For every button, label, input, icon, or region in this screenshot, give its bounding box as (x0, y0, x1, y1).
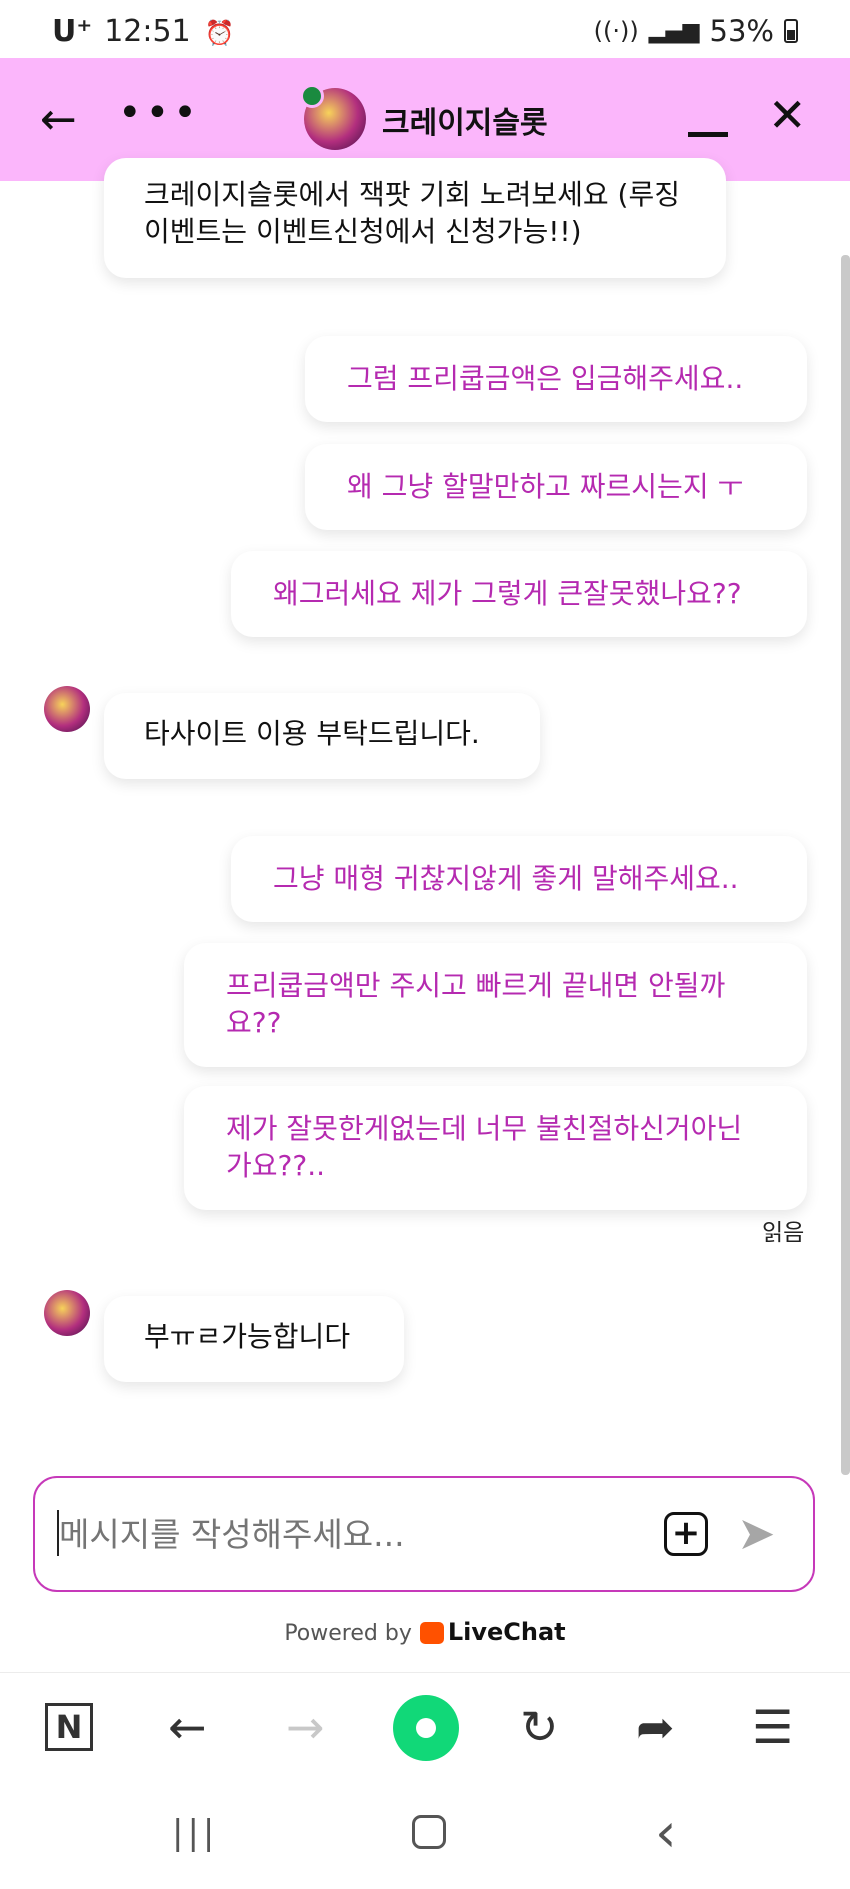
status-right: ((·)) ▂▄▆ 53% (594, 14, 798, 48)
naver-home-icon[interactable]: N (45, 1703, 93, 1751)
whale-green-icon[interactable] (393, 1695, 459, 1761)
browser-forward-icon[interactable]: → (286, 1699, 325, 1755)
back-arrow-icon[interactable]: ← (40, 98, 77, 142)
signal-icon: ▂▄▆ (648, 18, 700, 44)
recents-icon[interactable]: ||| (172, 1808, 218, 1858)
battery-percent: 53% (709, 14, 774, 48)
message-text: 타사이트 이용 부탁드립니다. (144, 717, 480, 750)
agent-avatar (44, 686, 90, 732)
carrier-label: U⁺ (52, 14, 93, 49)
visitor-message: 그럼 프리쿱금액은 입금해주세요.. (305, 336, 807, 422)
text-caret (57, 1510, 59, 1556)
message-text: 왜 그냥 할말만하고 짜르시는지 ㅜ (347, 470, 744, 503)
scrollbar[interactable] (841, 255, 850, 1475)
visitor-message: 왜그러세요 제가 그렇게 큰잘못했나요?? (231, 551, 807, 637)
system-nav-bar: ||| ‹ (0, 1784, 850, 1889)
menu-icon[interactable]: ☰ (752, 1699, 793, 1755)
agent-message: 부ㅠㄹ가능합니다 (104, 1296, 404, 1382)
close-icon[interactable]: ✕ (768, 92, 807, 138)
share-icon[interactable]: ➦ (636, 1699, 675, 1755)
clock: 12:51 (104, 14, 191, 49)
livechat-brand[interactable]: LiveChat (448, 1618, 566, 1646)
chat-title: 크레이지슬롯 (382, 106, 548, 141)
home-icon[interactable] (412, 1815, 446, 1849)
reload-icon[interactable]: ↻ (520, 1699, 559, 1755)
visitor-message: 프리쿱금액만 주시고 빠르게 끝내면 안될까요?? (184, 943, 807, 1067)
minimize-icon[interactable] (688, 132, 728, 137)
message-text: 크레이지슬롯에서 잭팟 기회 노려보세요 (루징이벤트는 이벤트신청에서 신청가… (144, 178, 680, 248)
agent-message: 크레이지슬롯에서 잭팟 기회 노려보세요 (루징이벤트는 이벤트신청에서 신청가… (104, 158, 726, 278)
agent-avatar (44, 1290, 90, 1336)
visitor-message: 제가 잘못한게없는데 너무 불친절하신거아닌가요??.. (184, 1086, 807, 1210)
message-text: 그냥 매형 귀찮지않게 좋게 말해주세요.. (273, 862, 739, 895)
visitor-message: 왜 그냥 할말만하고 짜르시는지 ㅜ (305, 444, 807, 530)
message-text: 그럼 프리쿱금액은 입금해주세요.. (347, 362, 744, 395)
message-text: 제가 잘못한게없는데 너무 불친절하신거아닌가요??.. (226, 1112, 743, 1182)
message-text: 왜그러세요 제가 그렇게 큰잘못했나요?? (273, 577, 742, 610)
message-text: 프리쿱금액만 주시고 빠르게 끝내면 안될까요?? (226, 969, 726, 1039)
message-input[interactable] (57, 1508, 661, 1560)
status-left: U⁺ 12:51 ⏰ (52, 14, 235, 49)
livechat-logo-icon (419, 1622, 444, 1644)
read-receipt: 읽음 (762, 1220, 805, 1246)
attach-button[interactable]: + (664, 1512, 708, 1556)
powered-by-footer: Powered by LiveChat (0, 1618, 850, 1646)
message-text: 부ㅠㄹ가능합니다 (144, 1320, 351, 1353)
powered-by-text: Powered by (284, 1621, 412, 1646)
send-icon[interactable]: ➤ (737, 1508, 776, 1558)
online-status-dot (300, 84, 324, 108)
alarm-clock-icon: ⏰ (204, 19, 235, 47)
system-back-icon[interactable]: ‹ (655, 1806, 677, 1860)
agent-message: 타사이트 이용 부탁드립니다. (104, 693, 540, 779)
browser-back-icon[interactable]: ← (168, 1699, 207, 1755)
browser-toolbar: N ← → ↻ ➦ ☰ (0, 1672, 850, 1785)
visitor-message: 그냥 매형 귀찮지않게 좋게 말해주세요.. (231, 836, 807, 922)
status-bar: U⁺ 12:51 ⏰ ((·)) ▂▄▆ 53% (0, 0, 850, 58)
message-composer: + ➤ (33, 1476, 815, 1592)
battery-icon (784, 19, 798, 43)
more-dots-icon[interactable]: ••• (118, 90, 201, 136)
wifi-icon: ((·)) (593, 17, 639, 45)
